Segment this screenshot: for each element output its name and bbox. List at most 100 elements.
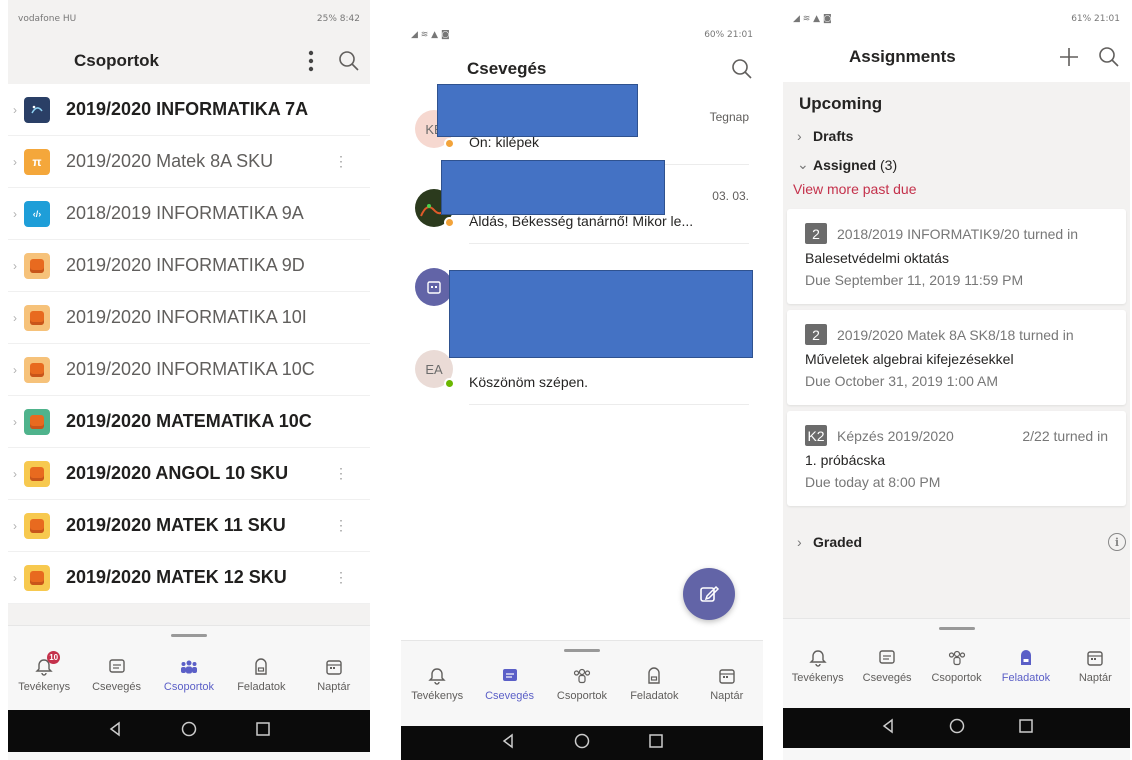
assignment-card[interactable]: 2 2018/2019 INFORMATIK9/20 turned in Bales… [787,209,1126,304]
team-row[interactable]: › 2019/2020 MATEMATIKA 10C [8,396,370,448]
app-bar: Csoportok [8,38,370,84]
chevron-right-icon[interactable]: › [8,363,22,377]
group-label: Drafts [813,128,854,144]
more-options-icon[interactable] [308,50,314,72]
info-icon[interactable]: i [1108,533,1126,551]
home-icon[interactable] [181,721,197,742]
chevron-right-icon[interactable]: › [8,571,22,585]
teams-list: › 2019/2020 INFORMATIKA 7A › π 2019/2020 Mat… [8,84,370,604]
menu-icon[interactable] [411,61,433,77]
search-icon[interactable] [1098,46,1120,68]
menu-icon[interactable] [18,53,40,69]
teams-screen: vodafone HU 25% 8:42 Csoportok › 2019/202… [8,0,370,760]
backpack-icon [1020,650,1031,665]
tab-assignments[interactable]: Feladatok [991,648,1060,684]
chevron-right-icon[interactable]: › [8,519,22,533]
team-row[interactable]: › 2019/2020 MATEK 12 SKU ⋮ [8,552,370,604]
menu-icon[interactable] [793,49,815,65]
team-name: 2018/2019 INFORMATIKA 9A [66,203,304,223]
chat-icon [879,650,895,664]
tab-activity[interactable]: Tevékenys [402,666,472,702]
team-row[interactable]: › 2019/2020 INFORMATIKA 9D [8,240,370,292]
tab-assignments[interactable]: Feladatok [226,657,296,693]
tab-chat[interactable]: Csevegés [82,657,152,693]
tab-activity[interactable]: 10 Tevékenys [9,651,79,693]
chevron-right-icon[interactable]: › [8,259,22,273]
tab-label: Feladatok [1001,672,1051,684]
assignment-title: Műveletek algebrai kifejezésekkel [805,351,1014,367]
team-row[interactable]: › 2019/2020 ANGOL 10 SKU ⋮ [8,448,370,500]
more-options-icon[interactable]: ⋮ [334,153,348,170]
chevron-right-icon[interactable]: › [8,103,22,117]
tab-label: Tevékenys [791,672,844,684]
new-chat-button[interactable] [683,568,735,620]
recents-icon[interactable] [255,721,271,742]
view-more-past-due-link[interactable]: View more past due [783,179,1130,203]
bell-icon [809,650,827,667]
signal-icons: ◢ ≋ ▲ ◙ [793,14,832,24]
page-title: Csevegés [467,59,547,78]
tab-label: Csoportok [556,690,608,702]
more-options-icon[interactable]: ⋮ [334,465,348,482]
avatar: EA [415,350,455,389]
chat-list: KE Tegnap Ön: kilépek 03. 03. Áldás, Bék… [401,96,763,415]
team-row[interactable]: › 2019/2020 INFORMATIKA 10I [8,292,370,344]
team-row[interactable]: › ‹/› 2018/2019 INFORMATIKA 9A [8,188,370,240]
tab-label: Csevegés [92,681,142,693]
tab-calendar[interactable]: Naptár [692,666,762,702]
group-assigned[interactable]: ⌄ Assigned (3) [783,150,1130,179]
tab-chat[interactable]: Csevegés [475,666,545,702]
status-bar: vodafone HU 25% 8:42 [8,0,370,38]
tab-activity[interactable]: Tevékenys [783,648,852,684]
android-nav-bar [783,708,1130,748]
assignment-card[interactable]: 2 2019/2020 Matek 8A SK8/18 turned in Műve… [787,310,1126,405]
chevron-right-icon[interactable]: › [8,155,22,169]
chevron-right-icon[interactable]: › [8,207,22,221]
team-name: 2019/2020 MATEK 11 SKU [66,515,286,535]
tab-calendar[interactable]: Naptár [1061,648,1130,684]
backpack-icon [648,667,661,684]
assignment-card[interactable]: K2 Képzés 2019/2020 2/22 turned in 1. próbá… [787,411,1126,506]
page-title: Csoportok [74,51,159,70]
team-row[interactable]: › 2019/2020 MATEK 11 SKU ⋮ [8,500,370,552]
recents-icon[interactable] [648,733,664,754]
chevron-right-icon[interactable]: › [8,415,22,429]
home-icon[interactable] [949,718,965,739]
team-row[interactable]: › π 2019/2020 Matek 8A SKU ⋮ [8,136,370,188]
app-bar: Assignments [783,32,1130,82]
tab-label: Csoportok [931,672,982,684]
class-badge: 2 [805,223,827,244]
redaction-box [449,270,753,358]
more-options-icon[interactable]: ⋮ [334,517,348,534]
class-badge: K2 [805,425,827,446]
team-row[interactable]: › 2019/2020 INFORMATIKA 10C [8,344,370,396]
team-row[interactable]: › 2019/2020 INFORMATIKA 7A [8,84,370,136]
back-icon[interactable] [880,718,896,739]
team-avatar-icon: ‹/› [24,200,50,227]
tab-teams[interactable]: Csoportok [154,657,224,693]
recents-icon[interactable] [1018,718,1034,739]
battery-time-text: 60% 21:01 [704,30,753,40]
team-avatar-icon: π [24,148,50,175]
group-graded[interactable]: › Graded i [783,528,1130,556]
tab-teams[interactable]: Csoportok [922,648,991,684]
chevron-right-icon[interactable]: › [8,467,22,481]
back-icon[interactable] [107,721,123,742]
away-status-icon [444,138,455,149]
search-icon[interactable] [731,58,753,80]
tab-assignments[interactable]: Feladatok [619,666,689,702]
chat-icon [502,669,517,681]
group-drafts[interactable]: › Drafts [783,122,1130,150]
tab-chat[interactable]: Csevegés [852,648,921,684]
add-icon[interactable] [1058,46,1080,68]
tab-label: Feladatok [630,690,679,702]
home-icon[interactable] [574,733,590,754]
chevron-right-icon[interactable]: › [8,311,22,325]
search-icon[interactable] [338,50,360,72]
tab-calendar[interactable]: Naptár [299,657,369,693]
tab-teams[interactable]: Csoportok [547,666,617,702]
team-name: 2019/2020 INFORMATIKA 9D [66,255,305,275]
section-upcoming: Upcoming [799,94,883,113]
back-icon[interactable] [500,733,516,754]
more-options-icon[interactable]: ⋮ [334,569,348,586]
